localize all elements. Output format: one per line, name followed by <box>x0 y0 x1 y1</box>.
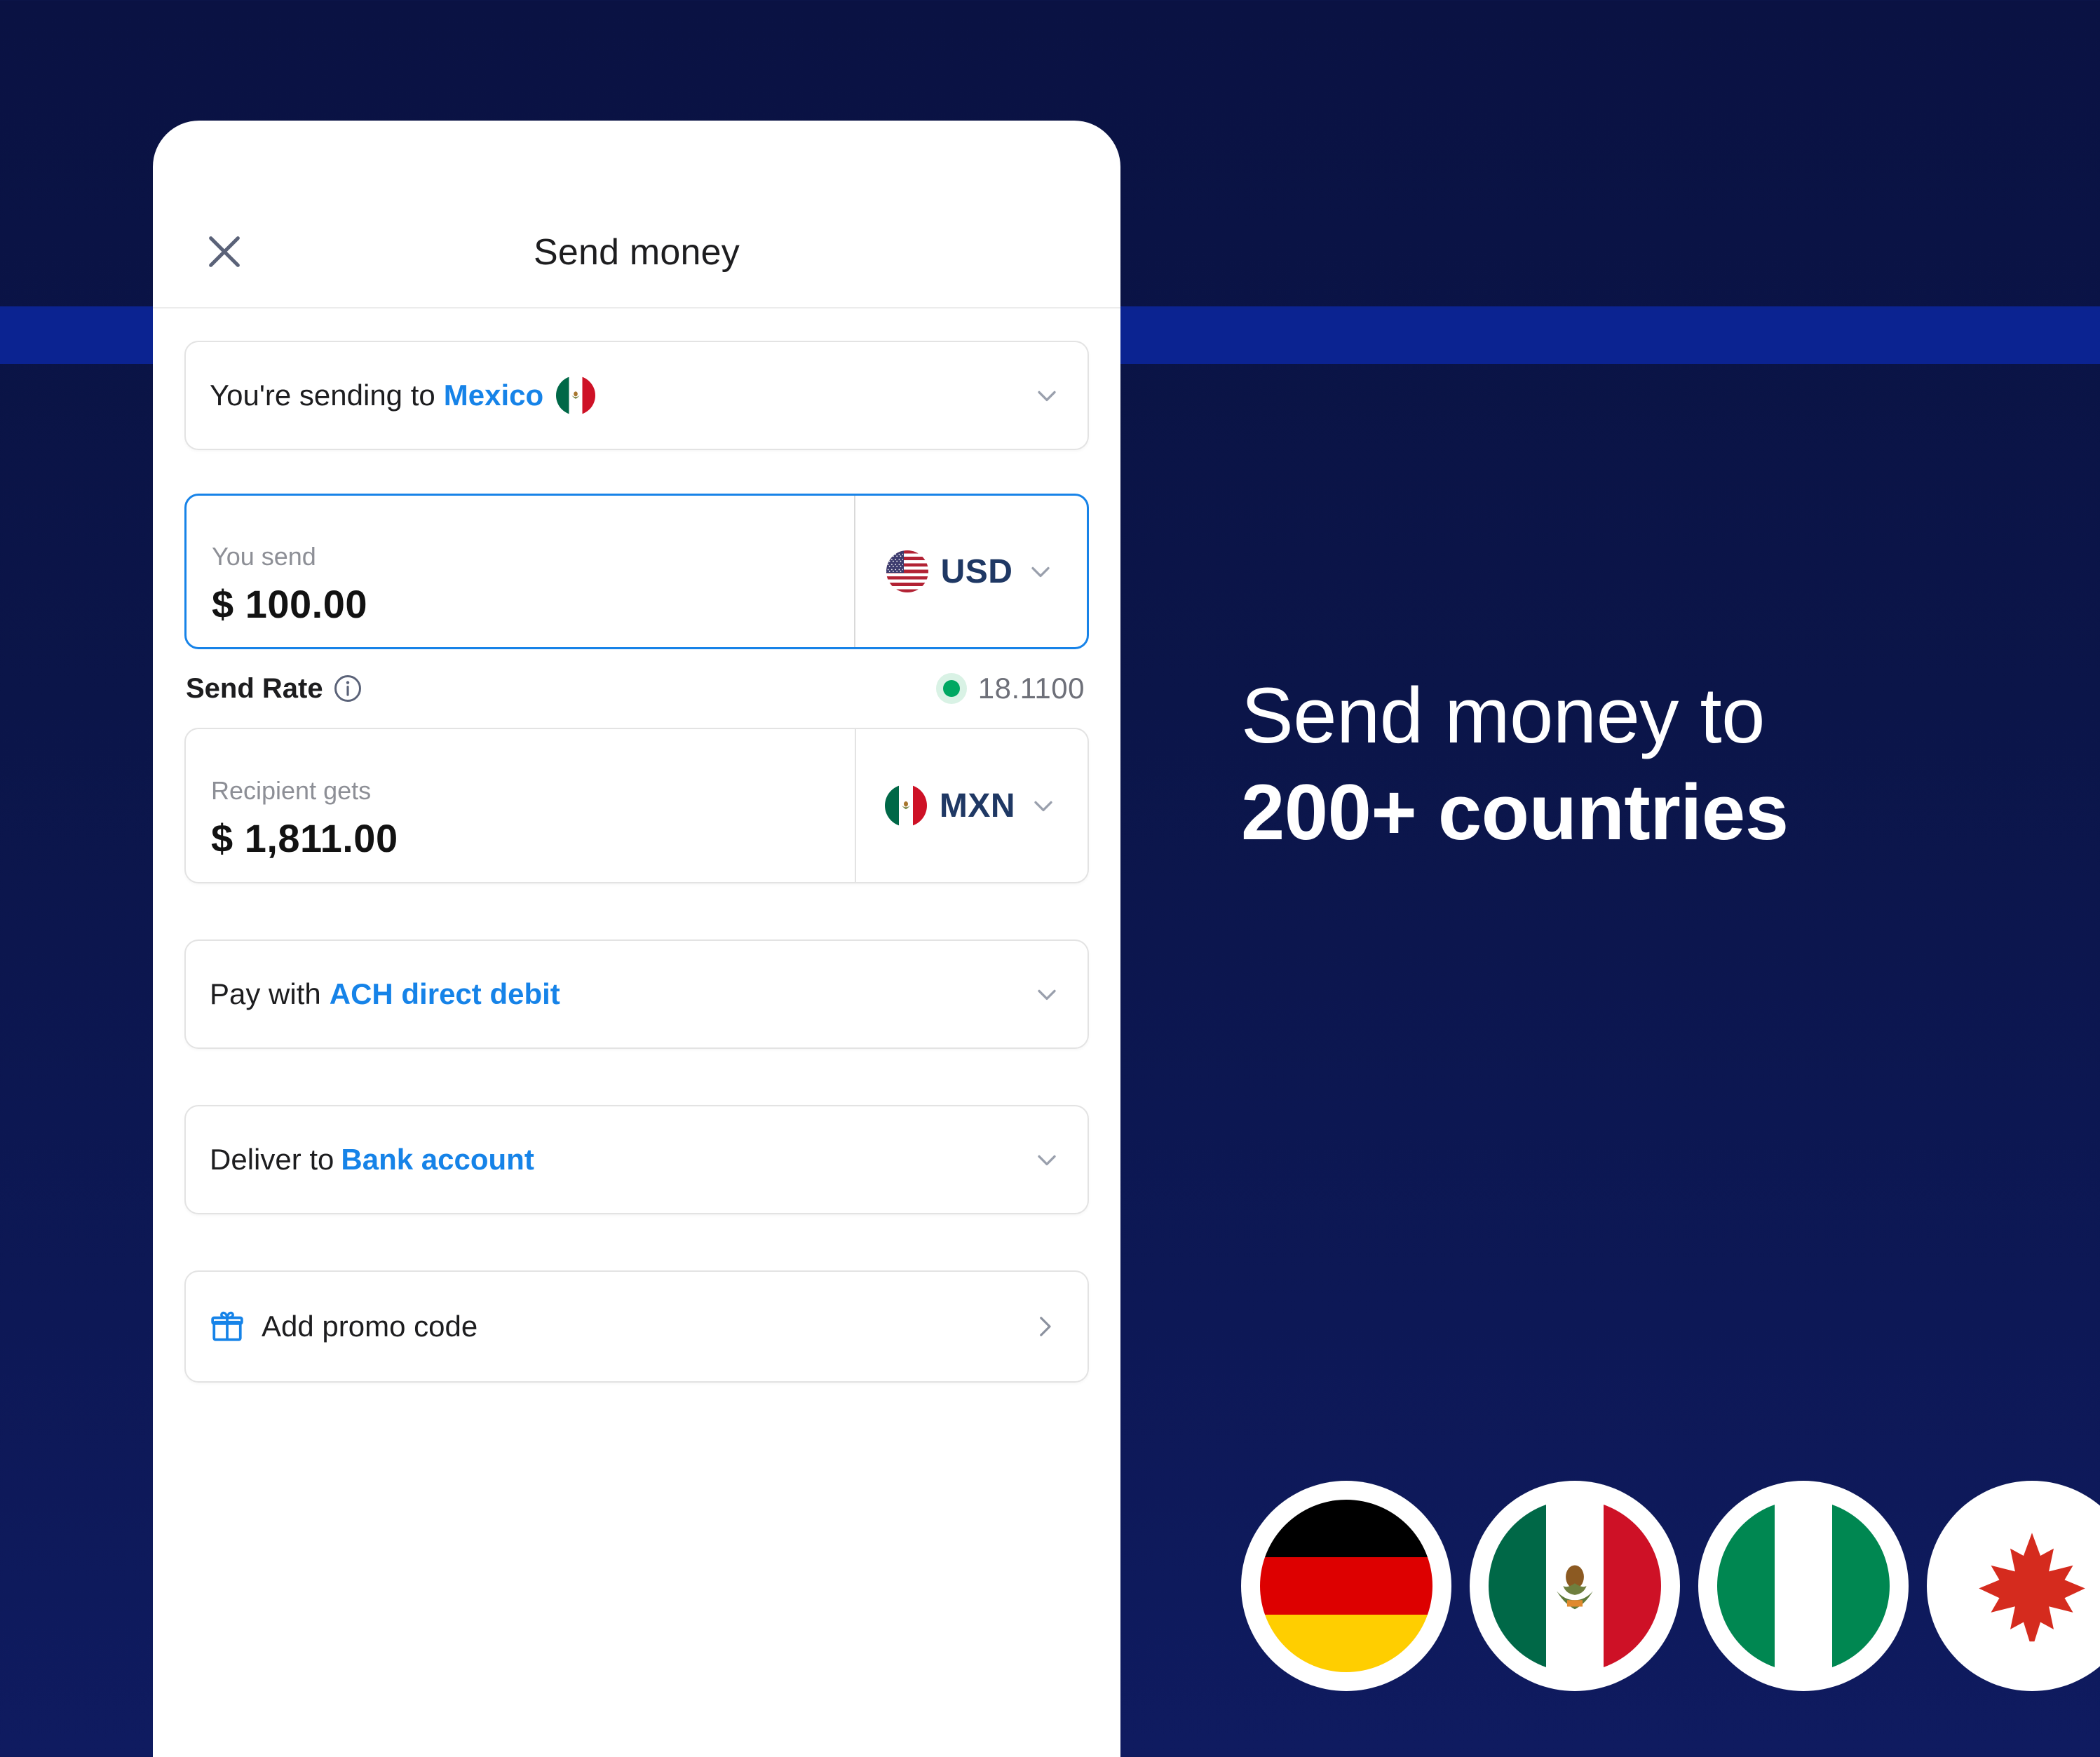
deliver-to-value: Bank account <box>341 1143 534 1176</box>
info-circle-icon[interactable] <box>333 674 363 703</box>
status-dot-green-icon <box>935 673 967 704</box>
add-promo-code-label: Add promo code <box>262 1310 478 1343</box>
mexico-flag-icon <box>1489 1500 1661 1672</box>
recipient-gets-value: $ 1,811.00 <box>211 815 398 860</box>
mexico-emblem-icon <box>571 391 580 399</box>
app-body: You're sending to Mexico You send $ 100.… <box>153 308 1120 1383</box>
recipient-gets-caption: Recipient gets <box>211 775 372 805</box>
nigeria-flag-icon <box>1717 1500 1890 1672</box>
chevron-right-icon <box>1040 1317 1051 1336</box>
you-send-caption: You send <box>212 541 316 571</box>
chevron-down-icon <box>1038 391 1056 402</box>
country-selector[interactable]: You're sending to Mexico <box>184 341 1089 450</box>
usa-flag-icon <box>886 550 928 592</box>
germany-flag-badge <box>1241 1481 1451 1691</box>
add-promo-code-row[interactable]: Add promo code <box>184 1270 1089 1383</box>
recipient-gets-amount-area[interactable]: Recipient gets $ 1,811.00 <box>186 729 855 882</box>
app-header: Send money <box>153 121 1120 308</box>
canada-flag-badge <box>1927 1481 2100 1691</box>
chevron-down-icon <box>1038 989 1056 1000</box>
pay-with-value: ACH direct debit <box>329 977 560 1010</box>
deliver-to-label: Deliver to <box>210 1143 334 1176</box>
gift-icon <box>211 1311 243 1341</box>
mexico-flag-icon <box>884 785 927 827</box>
app-card: Send money You're sending to Mexico You … <box>153 121 1120 1757</box>
country-selector-value: Mexico <box>443 379 544 412</box>
send-rate-label: Send Rate <box>186 672 323 704</box>
germany-flag-icon <box>1260 1500 1432 1672</box>
canada-flag-icon <box>1946 1500 2100 1672</box>
you-send-currency-selector[interactable]: USD <box>854 496 1087 647</box>
recipient-gets-currency-selector[interactable]: MXN <box>855 729 1088 882</box>
send-rate-value: 18.1100 <box>977 672 1085 705</box>
headline-line-1: Send money to <box>1241 672 1765 759</box>
nigeria-flag-badge <box>1698 1481 1909 1691</box>
page-title: Send money <box>534 232 740 273</box>
marketing-headline: Send money to 200+ countries <box>1241 670 2100 859</box>
send-rate-value-group: 18.1100 <box>935 672 1085 705</box>
deliver-to-selector[interactable]: Deliver to Bank account <box>184 1105 1089 1214</box>
you-send-amount-area[interactable]: You send $ 100.00 <box>187 496 854 647</box>
recipient-gets-field[interactable]: Recipient gets $ 1,811.00 MXN <box>184 728 1089 883</box>
pay-with-label: Pay with <box>210 977 321 1010</box>
chevron-down-icon <box>1038 1155 1056 1166</box>
pay-with-selector[interactable]: Pay with ACH direct debit <box>184 939 1089 1049</box>
mexico-flag-icon <box>556 376 596 415</box>
recipient-gets-currency-code: MXN <box>939 787 1016 825</box>
country-selector-label: You're sending to <box>210 379 435 412</box>
country-flag-strip <box>1241 1481 2100 1691</box>
maple-leaf-icon <box>1979 1533 2085 1642</box>
mexico-emblem-icon <box>1557 1565 1593 1610</box>
you-send-currency-code: USD <box>940 552 1013 590</box>
send-rate-row: Send Rate 18.1100 <box>184 649 1089 728</box>
chevron-down-icon <box>1031 567 1050 578</box>
headline-line-2: 200+ countries <box>1241 768 1789 857</box>
you-send-value: $ 100.00 <box>212 581 367 626</box>
chevron-down-icon <box>1034 801 1052 812</box>
mexico-emblem-icon <box>901 801 910 810</box>
marketing-panel: Send money to 200+ countries <box>1241 0 2100 1757</box>
you-send-field[interactable]: You send $ 100.00 USD <box>184 494 1089 649</box>
mexico-flag-badge <box>1470 1481 1680 1691</box>
